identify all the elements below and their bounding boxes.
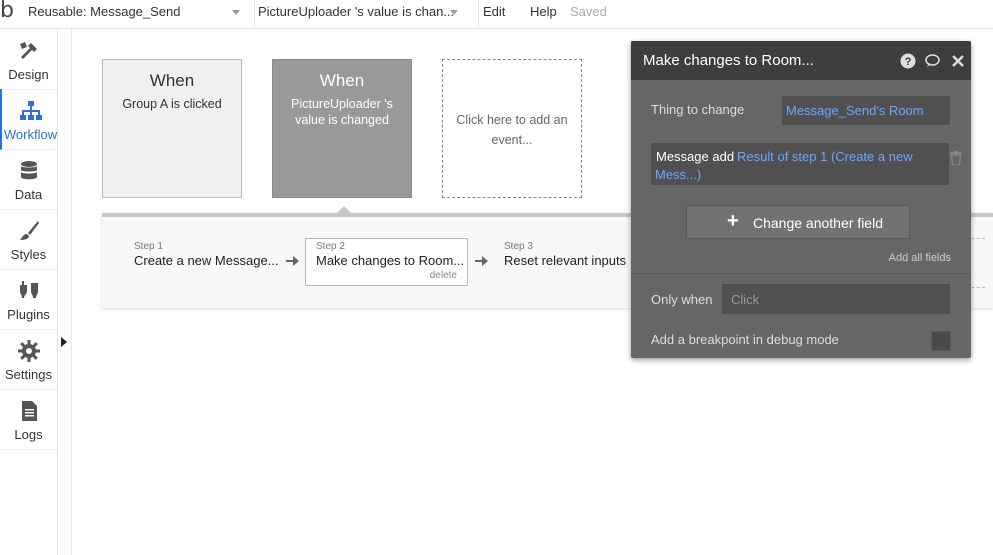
document-icon — [22, 401, 37, 421]
sidebar-item-label: Workflow — [3, 127, 58, 142]
step-number: Step 1 — [134, 241, 163, 252]
sidebar-item-workflow[interactable]: Workflow — [0, 89, 59, 150]
data-icon — [21, 161, 37, 180]
brush-icon — [20, 221, 39, 240]
plugin-icon — [20, 281, 38, 298]
sidebar-item-label: Styles — [10, 247, 47, 262]
workflow-icon — [20, 101, 42, 120]
comment-icon[interactable] — [924, 53, 940, 69]
close-icon[interactable] — [950, 53, 966, 69]
plus-icon: + — [727, 210, 739, 232]
sidebar-item-label: Plugins — [7, 307, 50, 322]
step-number: Step 2 — [316, 241, 345, 252]
field-change-name: Message add — [656, 149, 735, 164]
step-1[interactable]: Step 1 Create a new Message... — [134, 241, 279, 289]
step-2[interactable]: Step 2 Make changes to Room... delete — [305, 238, 468, 286]
svg-text:?: ? — [905, 56, 912, 68]
trash-icon[interactable] — [950, 151, 962, 165]
panel-divider — [631, 273, 971, 274]
sidebar-item-design[interactable]: Design — [0, 29, 57, 90]
panel-header: Make changes to Room... ? — [631, 41, 971, 80]
event-when-label: When — [149, 71, 195, 90]
design-icon — [20, 42, 37, 59]
only-when-input[interactable]: Click — [722, 284, 950, 314]
event-description: PictureUploader 's value is changed — [291, 97, 393, 127]
page-dropdown-label: Reusable: Message_Send — [28, 4, 181, 19]
sidebar-item-plugins[interactable]: Plugins — [0, 269, 57, 330]
left-sidebar: Design Workflow Data Styles Plugins Sett… — [0, 29, 59, 555]
event-when-label: When — [319, 71, 365, 90]
step-title: Reset relevant inputs — [504, 253, 627, 268]
only-when-placeholder: Click — [731, 292, 760, 307]
field-change-value-continued: Mess...) — [655, 167, 702, 182]
change-another-field-label: Change another field — [753, 215, 883, 231]
sidebar-item-settings[interactable]: Settings — [0, 329, 57, 390]
event-dropdown-label: PictureUploader 's value is chan... — [258, 4, 455, 19]
chevron-down-icon — [232, 10, 240, 15]
sidebar-item-label: Logs — [14, 427, 43, 442]
help-icon[interactable]: ? — [900, 53, 916, 69]
only-when-label: Only when — [651, 292, 713, 307]
menu-edit[interactable]: Edit — [483, 0, 505, 24]
breakpoint-checkbox[interactable] — [931, 331, 951, 351]
thing-to-change-label: Thing to change — [651, 102, 745, 117]
step-title: Make changes to Room... — [316, 253, 465, 268]
sidebar-item-styles[interactable]: Styles — [0, 209, 57, 270]
event-card-group-a-clicked[interactable]: When Group A is clicked — [102, 59, 242, 198]
panel-title: Make changes to Room... — [643, 52, 814, 69]
sidebar-item-label: Design — [8, 67, 49, 82]
delete-step-link[interactable]: delete — [430, 270, 457, 281]
page-dropdown[interactable]: Reusable: Message_Send — [22, 0, 255, 28]
bubble-logo[interactable]: b — [0, 0, 14, 23]
gear-icon — [18, 340, 40, 362]
thing-to-change-field[interactable]: Message_Send's Room — [782, 96, 950, 125]
add-event-card[interactable]: Click here to add an event... — [442, 59, 582, 198]
change-another-field-button[interactable]: + Change another field — [686, 205, 910, 239]
top-bar: b Reusable: Message_Send PictureUploader… — [0, 0, 993, 29]
step-title: Create a new Message... — [134, 253, 279, 268]
menu-help[interactable]: Help — [530, 0, 557, 24]
thing-to-change-value: Message_Send's Room — [786, 103, 924, 118]
field-change-row[interactable]: Message add Result of step 1 (Create a n… — [651, 143, 949, 185]
breakpoint-label: Add a breakpoint in debug mode — [651, 332, 839, 347]
step-number: Step 3 — [504, 241, 533, 252]
add-event-label: Click here to add an event... — [456, 113, 568, 147]
property-editor-panel: Make changes to Room... ? Thing to chang… — [631, 41, 971, 358]
arrow-right-icon — [286, 256, 299, 266]
field-change-value: Result of step 1 (Create a new — [737, 149, 913, 164]
arrow-right-icon — [475, 256, 488, 266]
event-description: Group A is clicked — [122, 97, 222, 111]
sidebar-item-data[interactable]: Data — [0, 149, 57, 210]
collapse-sidebar-icon[interactable] — [61, 337, 67, 347]
add-all-fields-link[interactable]: Add all fields — [889, 252, 951, 264]
sidebar-item-label: Data — [14, 187, 43, 202]
event-dropdown[interactable]: PictureUploader 's value is chan... — [250, 0, 479, 28]
step-3[interactable]: Step 3 Reset relevant inputs — [504, 241, 626, 289]
saved-status: Saved — [570, 4, 607, 19]
chevron-down-icon — [450, 10, 458, 15]
canvas-divider — [71, 29, 72, 555]
event-card-picture-uploader-changed[interactable]: When PictureUploader 's value is changed — [272, 59, 412, 198]
sidebar-item-label: Settings — [5, 367, 52, 382]
sidebar-item-logs[interactable]: Logs — [0, 389, 57, 450]
